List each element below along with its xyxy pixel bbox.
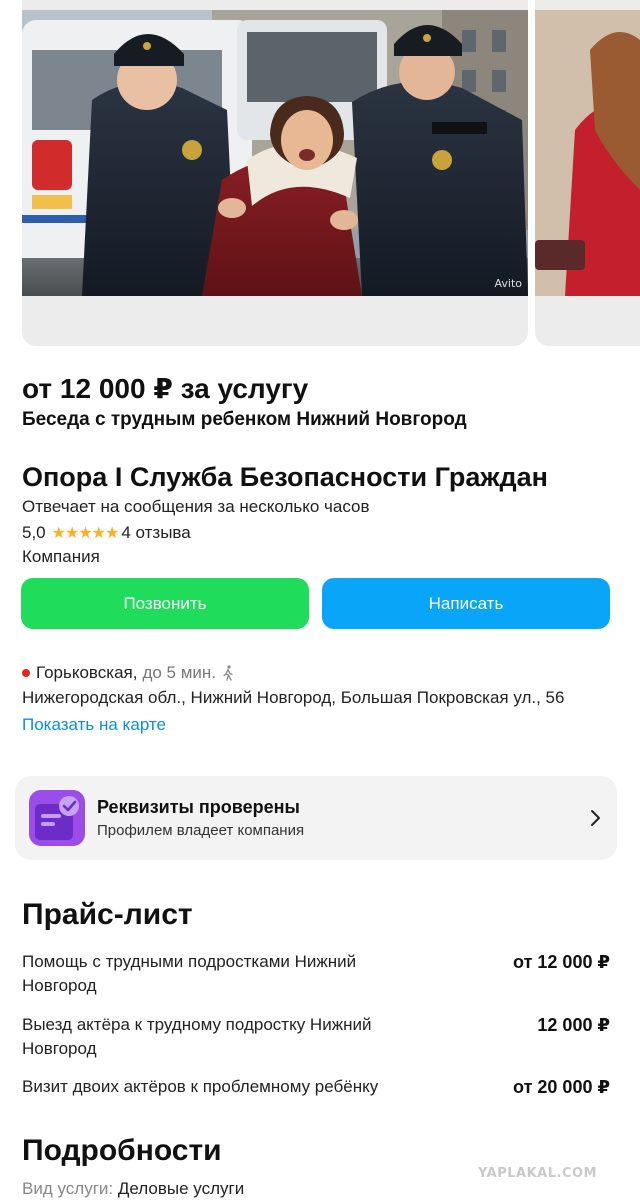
seller-rating[interactable]: 5,0 ★★★★★ 4 отзыва xyxy=(22,523,191,543)
pricelist-item[interactable]: Визит двоих актёров к проблемному ребёнк… xyxy=(22,1075,610,1099)
metro-line-icon xyxy=(22,669,30,677)
seller-name[interactable]: Опора I Служба Безопасности Граждан xyxy=(22,462,548,493)
pricelist-item-price: 12 000 ₽ xyxy=(537,1015,610,1035)
verified-document-icon xyxy=(29,790,85,846)
write-button[interactable]: Написать xyxy=(322,578,610,629)
pricelist-item-name: Помощь с трудными подростками Нижний Нов… xyxy=(22,952,357,995)
metro-name: Горьковская, xyxy=(36,663,138,682)
service-kind-label: Вид услуги: xyxy=(22,1179,114,1198)
listing-photo[interactable]: Avito xyxy=(22,10,528,296)
pricelist-item[interactable]: Выезд актёра к трудному подростку Нижний… xyxy=(22,1013,610,1061)
metro-station: Горьковская, до 5 мин. xyxy=(22,663,234,683)
call-button[interactable]: Позвонить xyxy=(21,578,309,629)
pricelist-heading: Прайс-лист xyxy=(22,898,193,931)
pricelist-item-name: Визит двоих актёров к проблемному ребёнк… xyxy=(22,1077,379,1096)
pricelist-item[interactable]: Помощь с трудными подростками Нижний Нов… xyxy=(22,950,610,998)
metro-walk-time: до 5 мин. xyxy=(142,663,217,682)
star-rating-icon: ★★★★★ xyxy=(51,525,120,542)
avito-watermark: Avito xyxy=(494,277,523,290)
pricelist-item-name: Выезд актёра к трудному подростку Нижний… xyxy=(22,1015,372,1058)
pricelist-item-price: от 12 000 ₽ xyxy=(513,952,610,972)
walking-person-icon xyxy=(223,665,233,681)
service-price: от 12 000 ₽ за услугу xyxy=(22,373,309,404)
seller-type: Компания xyxy=(22,547,100,566)
details-heading: Подробности xyxy=(22,1134,222,1167)
service-title: Беседа с трудным ребенком Нижний Новгоро… xyxy=(22,409,467,430)
gallery-photo-next[interactable] xyxy=(535,0,640,346)
gallery-photo-main[interactable]: Avito xyxy=(22,0,528,346)
verification-subtitle: Профилем владеет компания xyxy=(97,822,305,839)
show-on-map-link[interactable]: Показать на карте xyxy=(22,715,166,735)
seller-address: Нижегородская обл., Нижний Новгород, Бол… xyxy=(22,688,565,707)
listing-photo-image xyxy=(22,10,528,296)
photo-gallery[interactable]: Avito xyxy=(0,0,640,350)
service-kind-value: Деловые услуги xyxy=(117,1179,245,1198)
seller-reply-time: Отвечает на сообщения за несколько часов xyxy=(22,497,370,516)
verification-title: Реквизиты проверены xyxy=(97,797,300,817)
pricelist-item-price: от 20 000 ₽ xyxy=(513,1077,610,1097)
listing-photo-2-image xyxy=(535,10,640,296)
rating-value: 5,0 xyxy=(22,523,46,542)
chevron-right-icon xyxy=(591,810,600,826)
verification-card[interactable]: Реквизиты проверены Профилем владеет ком… xyxy=(15,776,617,860)
reviews-count: 4 отзыва xyxy=(121,523,191,542)
service-kind: Вид услуги: Деловые услуги xyxy=(22,1179,244,1199)
site-watermark: YAPLAKAL.COM xyxy=(478,1166,597,1181)
listing-photo-2[interactable] xyxy=(535,10,640,296)
